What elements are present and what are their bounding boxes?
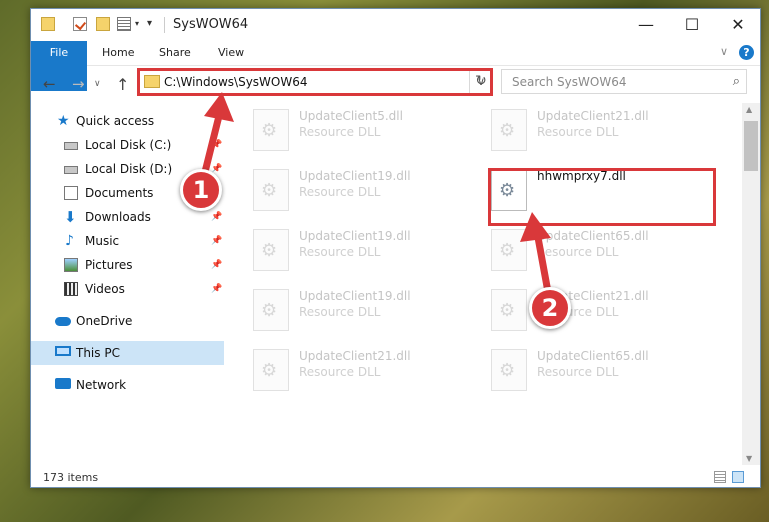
step-marker-2: 2 bbox=[529, 287, 571, 329]
arrow-1 bbox=[200, 92, 234, 180]
annotation-arrows bbox=[200, 92, 552, 296]
arrow-2 bbox=[520, 212, 552, 296]
step-marker-1: 1 bbox=[180, 169, 222, 211]
